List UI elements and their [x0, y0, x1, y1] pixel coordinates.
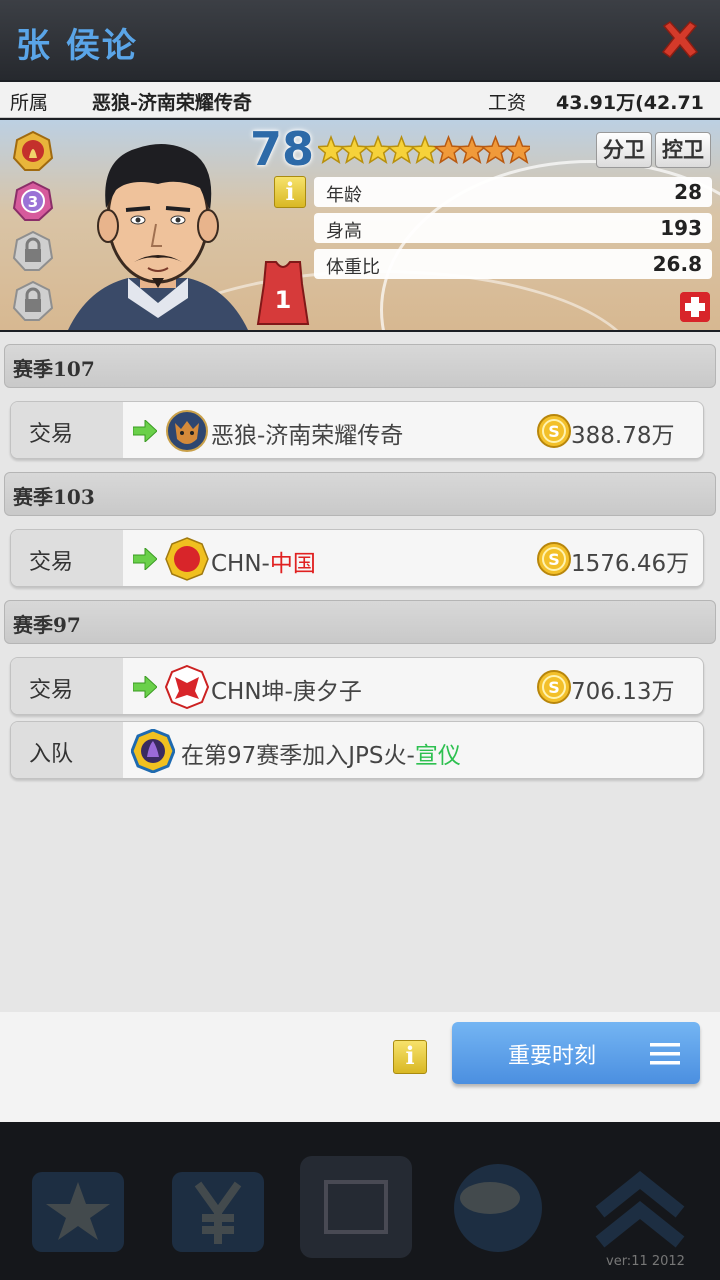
event-type: 入队	[29, 742, 74, 767]
title-bar: 张 侯论	[0, 0, 720, 80]
history-event-row[interactable]: 入队 在第97赛季加入JPS火-宣仪	[10, 721, 704, 779]
event-type-cell: 交易	[11, 530, 123, 586]
dragon-team-logo-icon	[165, 665, 209, 709]
stat-row-height: 身高 193	[314, 213, 712, 243]
event-type: 交易	[29, 678, 74, 703]
hamburger-menu-icon	[650, 1043, 680, 1065]
stat-row-age: 年龄 28	[314, 177, 712, 207]
key-moments-label: 重要时刻	[508, 1044, 597, 1069]
locked-slot-icon[interactable]	[12, 280, 54, 322]
event-type: 交易	[29, 550, 74, 575]
event-team: CHN-中国	[211, 544, 316, 578]
stat-value: 26.8	[652, 252, 702, 276]
jersey-number: 1	[275, 286, 292, 314]
star-mark	[386, 134, 417, 164]
team-label: 所属	[10, 92, 49, 114]
star-mark	[339, 134, 370, 164]
event-join-desc: 在第97赛季加入JPS火-宣仪	[181, 736, 461, 770]
key-moments-button[interactable]: 重要时刻	[452, 1022, 700, 1084]
level-badge-icon[interactable]: 3	[12, 180, 54, 222]
svg-text:S: S	[548, 422, 560, 441]
season-header: 赛季97	[4, 600, 716, 644]
season-header: 赛季107	[4, 344, 716, 388]
stat-value: 28	[674, 180, 702, 204]
close-icon[interactable]	[656, 16, 704, 64]
green-arrow-icon	[133, 676, 157, 698]
season-title: 赛季103	[13, 485, 95, 509]
event-type: 交易	[29, 422, 74, 447]
team-salary-strip: 所属 恶狼-济南荣耀传奇 工资 43.91万(42.71万)	[0, 82, 720, 141]
action-bar: i 重要时刻	[0, 1012, 720, 1122]
coin-icon: S	[537, 542, 571, 576]
green-arrow-icon	[133, 548, 157, 570]
svg-text:S: S	[548, 678, 560, 697]
stat-label: 年龄	[326, 185, 362, 206]
star-mark	[456, 134, 488, 164]
player-name-title: 张 侯论	[16, 26, 138, 66]
green-arrow-icon	[133, 420, 157, 442]
team-prefix: CHN-	[211, 551, 270, 577]
player-avatar	[68, 144, 248, 330]
event-team: 恶狼-济南荣耀传奇	[211, 423, 404, 449]
stat-value: 193	[660, 216, 702, 240]
team-highlight: 中国	[269, 551, 316, 577]
china-team-logo-icon	[165, 537, 209, 581]
season-title: 赛季97	[13, 613, 81, 637]
event-type-cell: 交易	[11, 402, 123, 458]
event-type-cell: 入队	[11, 722, 123, 778]
coin-icon: S	[537, 670, 571, 704]
star-mark	[318, 134, 347, 164]
star-nav-icon	[32, 1172, 124, 1252]
season-title: 赛季107	[13, 357, 95, 381]
event-amount: 388.78万	[571, 423, 675, 449]
event-amount: 1576.46万	[571, 551, 690, 577]
star-mark	[503, 134, 530, 164]
star-mark	[480, 134, 511, 164]
season-header: 赛季103	[4, 472, 716, 516]
overall-rating: 78	[250, 122, 315, 176]
fire-team-logo-icon	[131, 729, 175, 773]
coin-icon: S	[537, 414, 571, 448]
star-rating	[318, 134, 530, 164]
wolf-team-logo-icon	[166, 410, 208, 452]
info-icon[interactable]: i	[393, 1040, 427, 1074]
info-icon[interactable]: i	[274, 176, 306, 208]
position-button-pg[interactable]: 控卫	[655, 132, 711, 168]
star-mark	[433, 134, 464, 164]
event-team: CHN坤-庚夕子	[211, 679, 362, 705]
chat-nav-icon	[454, 1164, 542, 1252]
team-nav-icon	[300, 1156, 412, 1258]
skill-badge-icon[interactable]	[12, 130, 54, 172]
stat-row-weight-ratio: 体重比 26.8	[314, 249, 712, 279]
stat-label: 身高	[326, 221, 362, 242]
history-event-row[interactable]: 交易 CHN-中国 S 1576.46万	[10, 529, 704, 587]
player-card: 3 1 78 分卫 控卫 i 年龄 28 身高 193 体重比 26.8	[0, 120, 720, 330]
star-mark	[409, 134, 441, 164]
version-label: ver:11 2012	[606, 1254, 685, 1269]
join-desc-prefix: 在第97赛季加入JPS火-	[181, 743, 415, 769]
stat-label: 体重比	[326, 257, 380, 278]
salary-label: 工资	[488, 92, 527, 114]
chevron-up-nav-icon	[595, 1171, 685, 1248]
history-event-row[interactable]: 交易 恶狼-济南荣耀传奇 S 388.78万	[10, 401, 704, 459]
medical-cross-icon[interactable]	[680, 292, 710, 322]
yen-nav-icon	[172, 1172, 264, 1252]
event-type-cell: 交易	[11, 658, 123, 714]
locked-slot-icon[interactable]	[12, 230, 54, 272]
career-history-panel: 赛季107 交易 恶狼-济南荣耀传奇 S 388.78万 赛季103 交易 CH…	[0, 332, 720, 1122]
svg-text:3: 3	[28, 193, 38, 211]
join-desc-highlight: 宣仪	[414, 743, 461, 769]
star-mark	[362, 134, 394, 164]
jersey-number-badge: 1	[256, 261, 310, 325]
team-value: 恶狼-济南荣耀传奇	[92, 92, 252, 114]
position-button-sg[interactable]: 分卫	[596, 132, 652, 168]
svg-text:S: S	[548, 550, 560, 569]
event-amount: 706.13万	[571, 679, 675, 705]
history-event-row[interactable]: 交易 CHN坤-庚夕子 S 706.13万	[10, 657, 704, 715]
